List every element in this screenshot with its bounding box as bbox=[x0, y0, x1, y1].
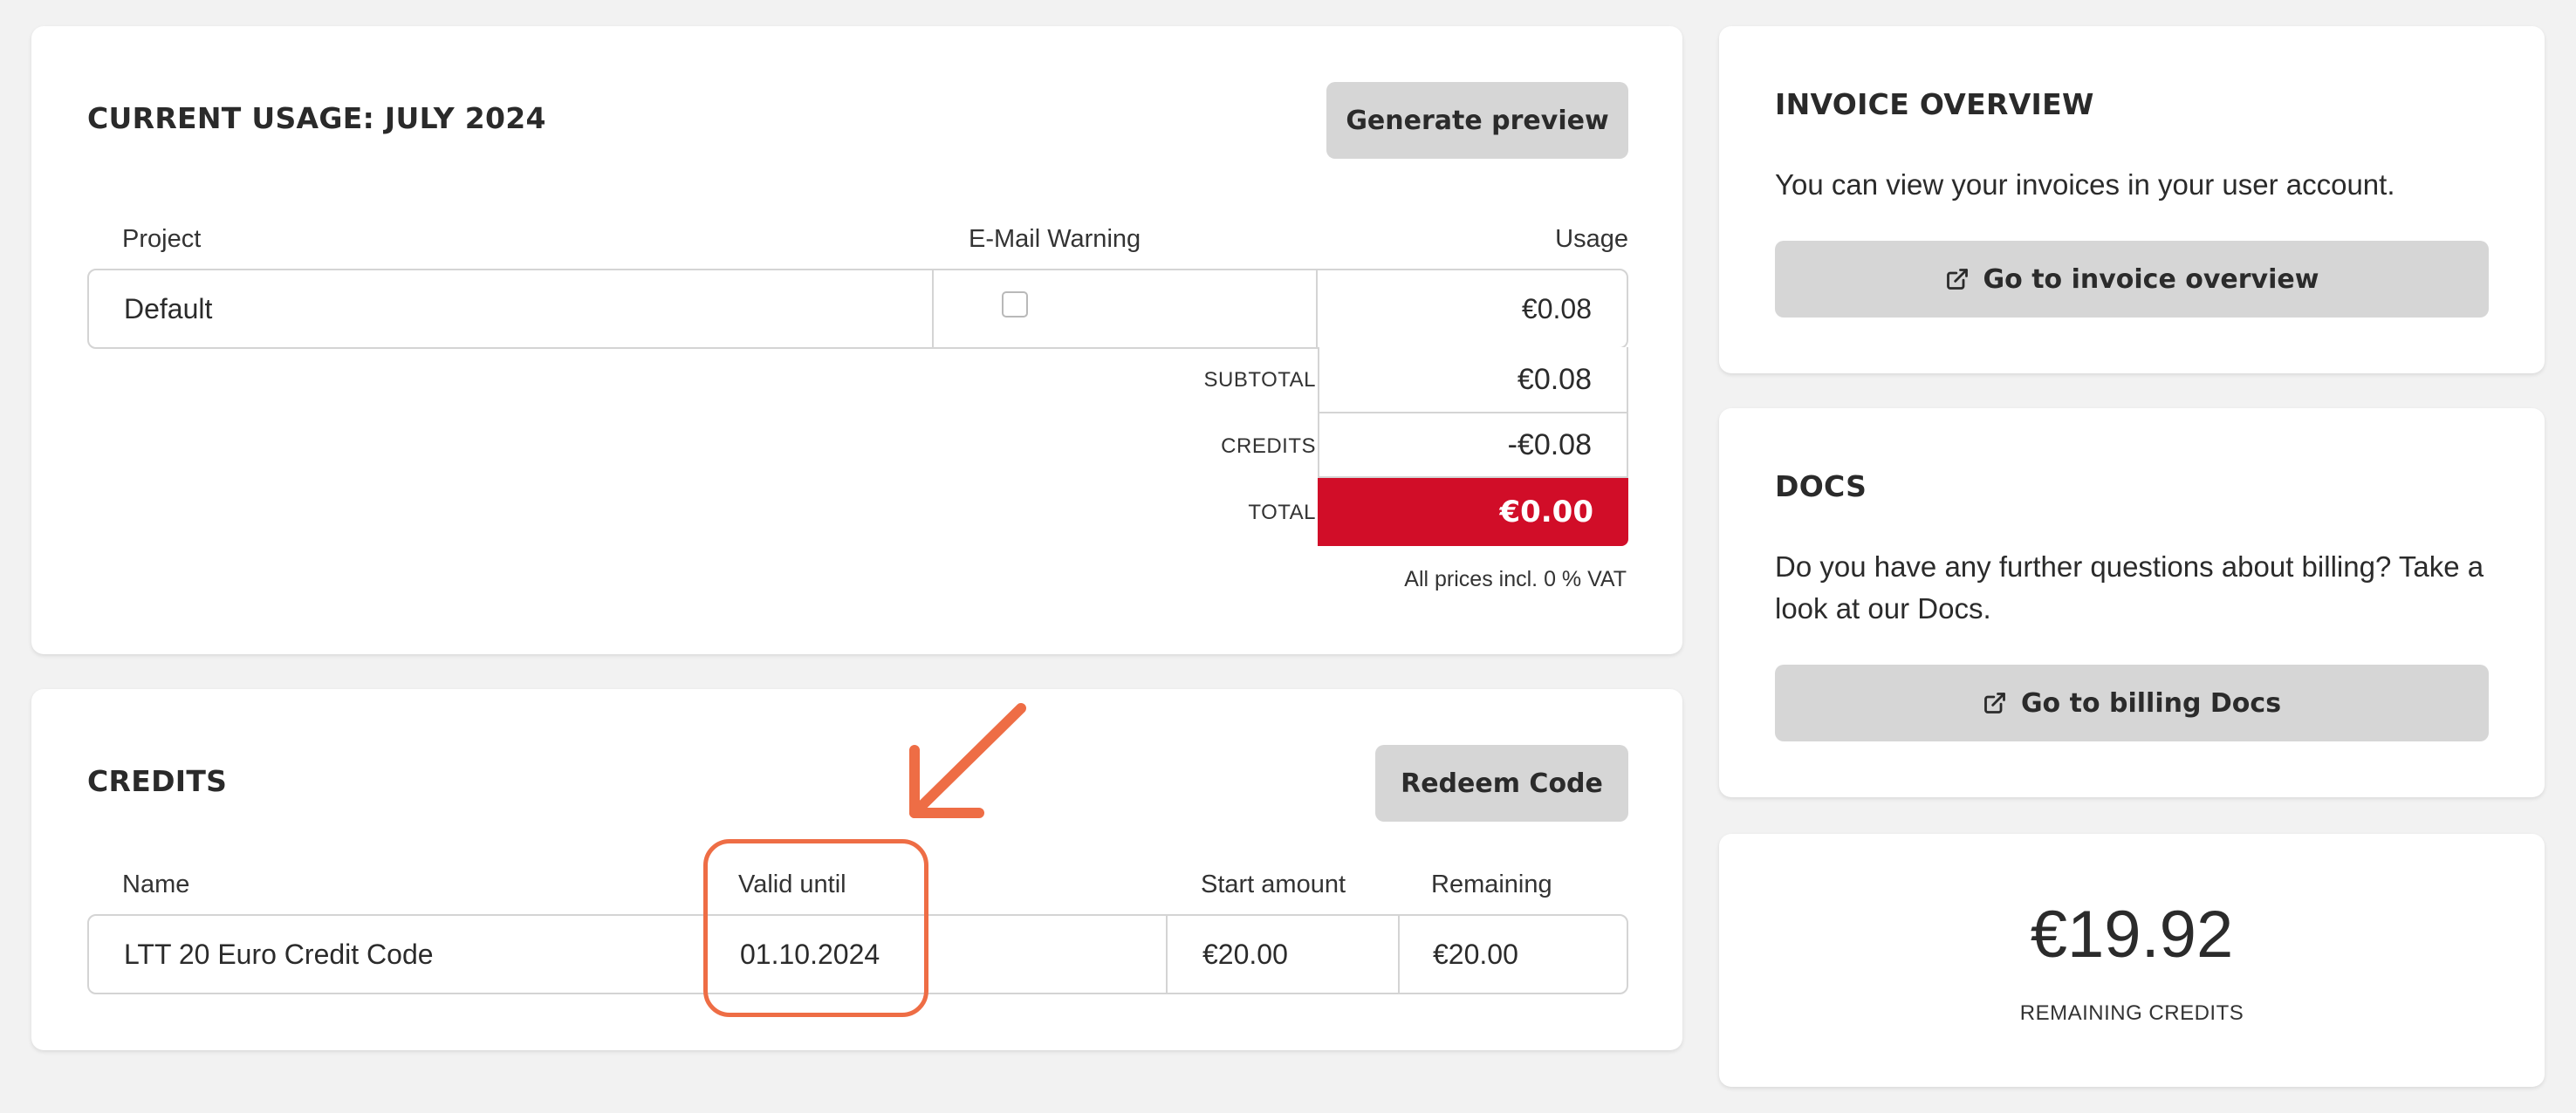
go-to-invoice-overview-label: Go to invoice overview bbox=[1983, 263, 2319, 295]
credits-title: CREDITS bbox=[87, 764, 228, 798]
column-header-email-warning: E-Mail Warning bbox=[969, 225, 1141, 253]
external-link-icon bbox=[1946, 269, 1968, 290]
credits-value: -€0.08 bbox=[1318, 413, 1628, 478]
invoice-overview-text: You can view your invoices in your user … bbox=[1775, 168, 2395, 201]
column-header-remaining: Remaining bbox=[1431, 871, 1552, 898]
column-header-start-amount: Start amount bbox=[1201, 871, 1346, 898]
credit-remaining: €20.00 bbox=[1433, 939, 1518, 970]
column-header-name: Name bbox=[122, 871, 190, 898]
email-warning-checkbox[interactable] bbox=[1002, 291, 1028, 318]
generate-preview-button[interactable]: Generate preview bbox=[1326, 82, 1628, 159]
external-link-icon bbox=[1984, 693, 2005, 714]
remaining-credits-card: €19.92 REMAINING CREDITS bbox=[1719, 834, 2545, 1087]
subtotal-value: €0.08 bbox=[1318, 347, 1628, 413]
valid-until-highlight bbox=[703, 839, 928, 1017]
credit-name: LTT 20 Euro Credit Code bbox=[124, 939, 434, 970]
docs-card: DOCS Do you have any further questions a… bbox=[1719, 408, 2545, 797]
current-usage-card: CURRENT USAGE: JULY 2024 Generate previe… bbox=[31, 26, 1682, 654]
vat-note: All prices incl. 0 % VAT bbox=[1404, 567, 1627, 591]
column-header-usage: Usage bbox=[1555, 225, 1628, 253]
credit-start-amount: €20.00 bbox=[1202, 939, 1288, 970]
row-divider bbox=[1316, 270, 1318, 347]
invoice-overview-title: INVOICE OVERVIEW bbox=[1775, 87, 2094, 121]
total-value: €0.00 bbox=[1318, 478, 1628, 546]
credits-label: CREDITS bbox=[1221, 434, 1316, 458]
row-divider bbox=[1166, 916, 1168, 993]
go-to-billing-docs-label: Go to billing Docs bbox=[2020, 687, 2282, 719]
go-to-invoice-overview-button[interactable]: Go to invoice overview bbox=[1775, 241, 2489, 318]
remaining-credits-amount: €19.92 bbox=[2030, 898, 2234, 972]
usage-table-row: Default €0.08 bbox=[87, 269, 1628, 349]
project-usage-value: €0.08 bbox=[1521, 293, 1592, 324]
redeem-code-button[interactable]: Redeem Code bbox=[1375, 745, 1628, 822]
arrow-pointer-annotation bbox=[909, 703, 1026, 818]
go-to-billing-docs-button[interactable]: Go to billing Docs bbox=[1775, 665, 2489, 741]
project-name: Default bbox=[124, 293, 213, 324]
row-divider bbox=[932, 270, 934, 347]
total-label: TOTAL bbox=[1248, 501, 1316, 524]
invoice-overview-card: INVOICE OVERVIEW You can view your invoi… bbox=[1719, 26, 2545, 373]
docs-text: Do you have any further questions about … bbox=[1775, 550, 2484, 625]
current-usage-title: CURRENT USAGE: JULY 2024 bbox=[87, 101, 546, 135]
subtotal-label: SUBTOTAL bbox=[1203, 368, 1316, 392]
column-header-project: Project bbox=[122, 225, 202, 253]
row-divider bbox=[1398, 916, 1400, 993]
remaining-credits-label: REMAINING CREDITS bbox=[2019, 1001, 2244, 1025]
docs-title: DOCS bbox=[1775, 469, 1867, 503]
